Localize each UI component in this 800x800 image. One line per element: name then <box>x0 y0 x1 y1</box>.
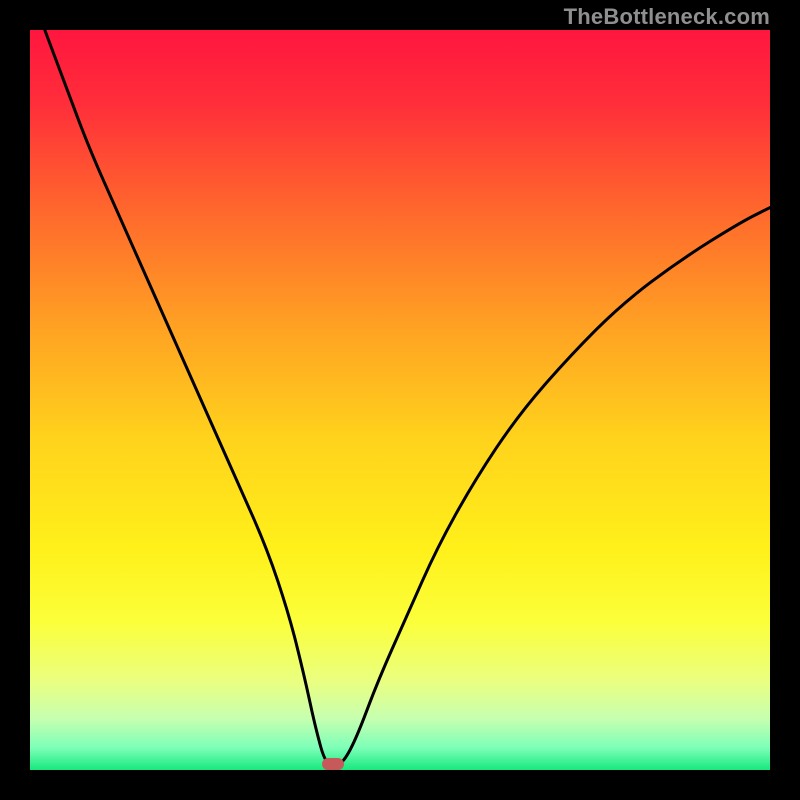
optimal-point-marker <box>322 758 344 770</box>
watermark-text: TheBottleneck.com <box>564 4 770 30</box>
bottleneck-curve <box>30 30 770 770</box>
chart-frame: TheBottleneck.com <box>0 0 800 800</box>
plot-area <box>30 30 770 770</box>
